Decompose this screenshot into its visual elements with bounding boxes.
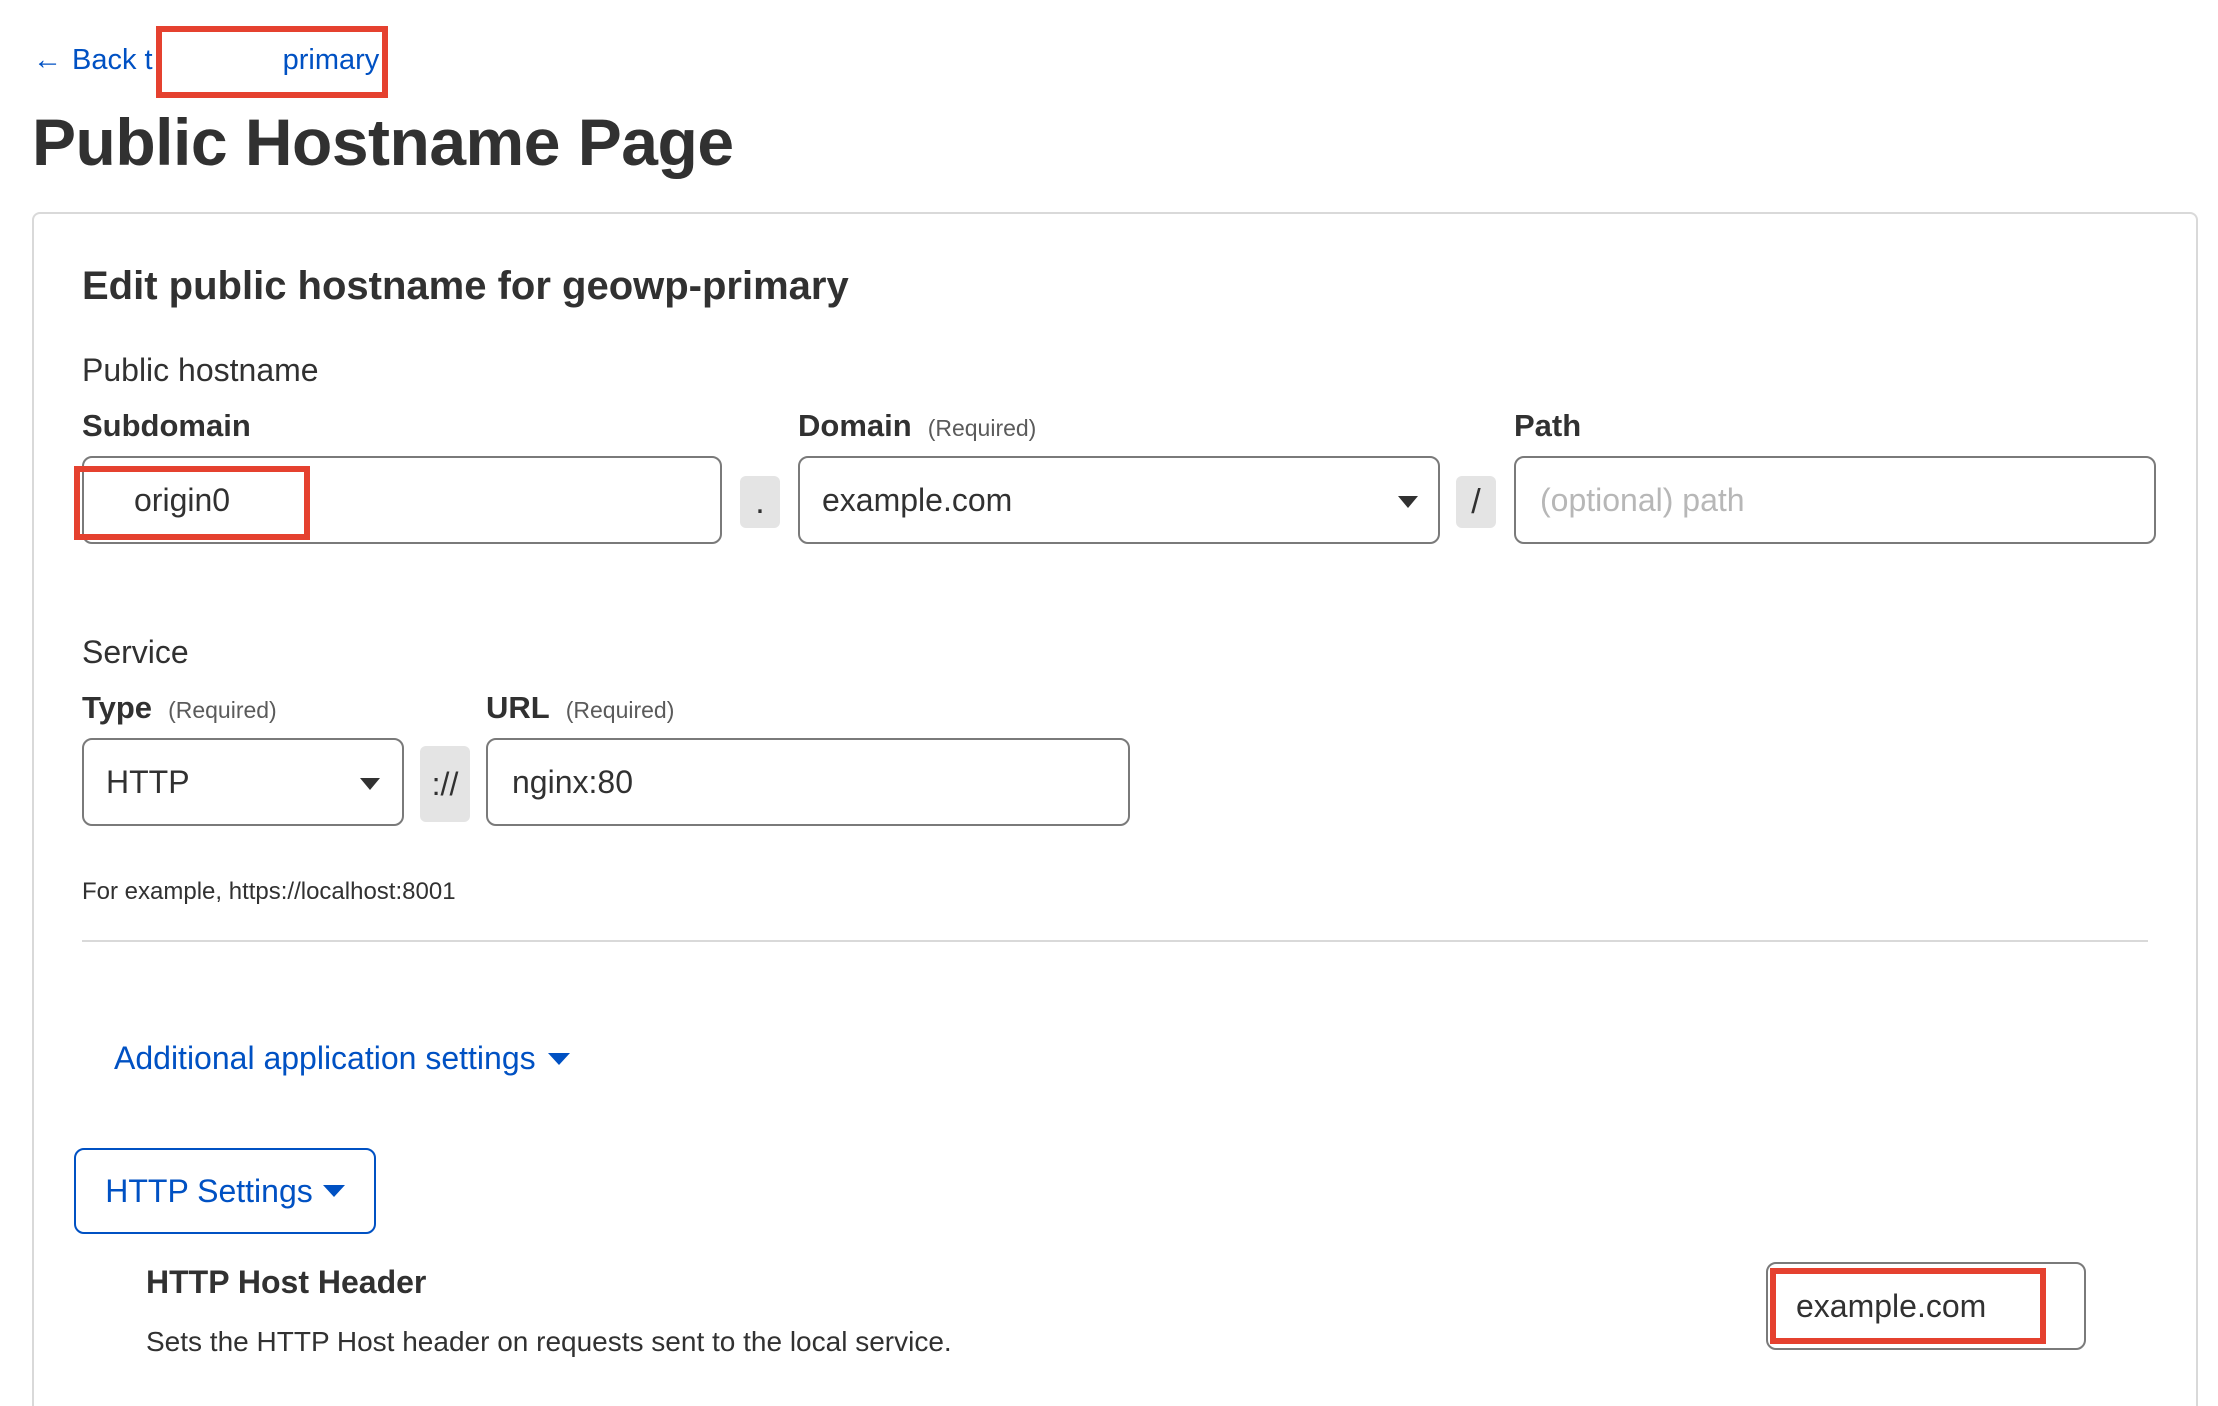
path-label: Path [1514,408,1582,443]
chevron-down-icon [322,1185,345,1197]
path-placeholder: (optional) path [1540,481,1745,518]
type-label: Type (Required) [82,690,277,725]
subdomain-label: Subdomain [82,408,251,443]
http-host-header-title: HTTP Host Header [146,1264,427,1300]
redaction-box [1770,1268,2046,1344]
chevron-down-icon [547,1052,570,1065]
redaction-box [74,466,310,540]
url-value: nginx:80 [512,763,633,800]
additional-settings-toggle[interactable]: Additional application settings [114,1040,570,1077]
type-select[interactable]: HTTP [82,738,404,826]
service-label: Service [82,634,189,670]
chevron-down-icon [360,778,380,790]
type-value: HTTP [106,763,190,800]
card-title: Edit public hostname for geowp-primary [82,264,849,308]
url-input[interactable]: nginx:80 [486,738,1130,826]
path-input[interactable]: (optional) path [1514,456,2156,544]
scheme-separator: :// [420,746,470,822]
url-help-text: For example, https://localhost:8001 [82,878,456,905]
dot-separator: . [740,476,780,528]
url-label: URL (Required) [486,690,675,725]
domain-value: example.com [822,481,1013,518]
additional-settings-label: Additional application settings [114,1040,536,1076]
public-hostname-label: Public hostname [82,352,319,388]
chevron-down-icon [1398,496,1418,508]
http-host-header-description: Sets the HTTP Host header on requests se… [146,1326,952,1357]
domain-label: Domain (Required) [798,408,1037,443]
domain-select[interactable]: example.com [798,456,1440,544]
divider [82,940,2148,942]
arrow-left-icon: ← [33,44,62,76]
back-link-prefix: Back t [72,44,153,76]
http-settings-label: HTTP Settings [105,1172,313,1209]
page-title: Public Hostname Page [32,105,734,179]
redaction-box [156,26,388,98]
slash-separator: / [1456,476,1496,528]
http-settings-button[interactable]: HTTP Settings [74,1148,376,1234]
